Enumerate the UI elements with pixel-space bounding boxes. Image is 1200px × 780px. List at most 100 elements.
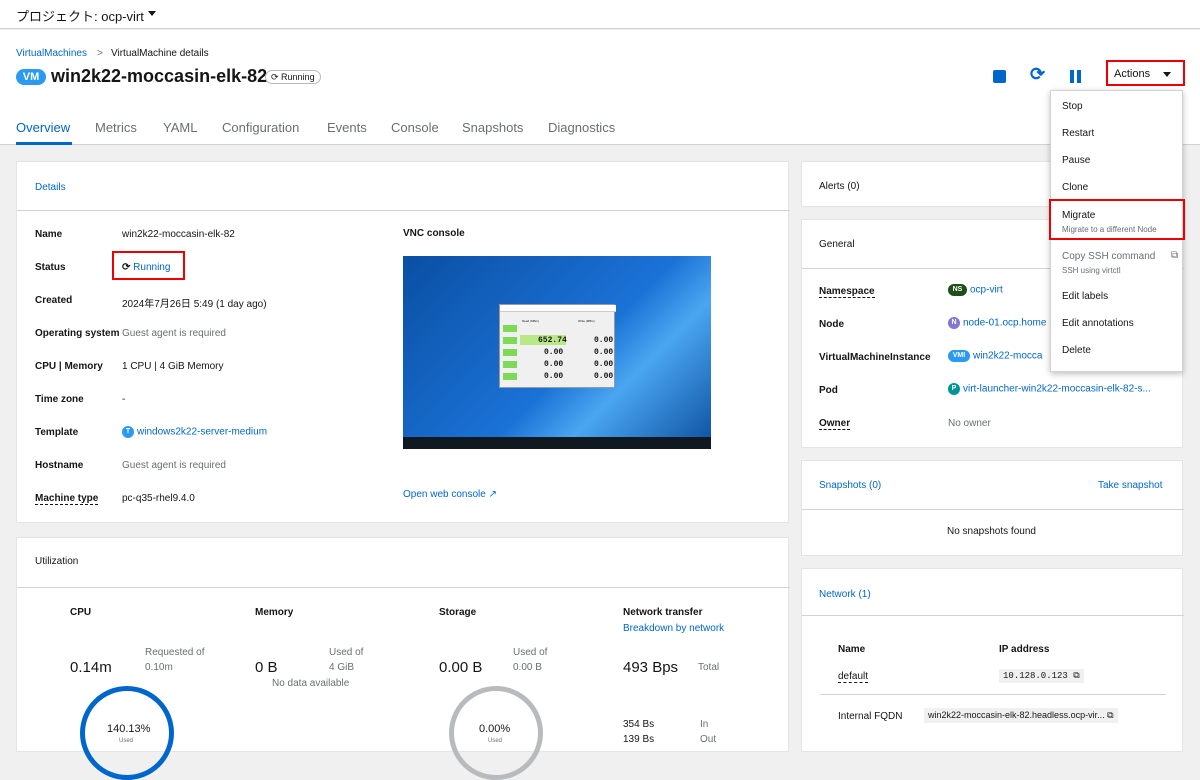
tab-snapshots[interactable]: Snapshots (462, 120, 523, 135)
menu-item-copy-ssh[interactable]: Copy SSH command (1062, 251, 1155, 262)
memory-value: 0 B (255, 659, 278, 676)
status-badge-label: Running (281, 72, 315, 82)
vnc-cell: 0.00 (594, 372, 614, 381)
network-total-value: 493 Bps (623, 659, 679, 676)
vmi-link[interactable]: VMI win2k22-mocca (948, 350, 1042, 362)
pod-link-text: virt-launcher-win2k22-moccasin-elk-82-s.… (963, 383, 1151, 395)
tab-overview[interactable]: Overview (16, 120, 70, 135)
storage-title: Storage (439, 607, 477, 618)
copy-icon[interactable]: ⧉ (1073, 671, 1079, 681)
open-web-console-text: Open web console (403, 489, 486, 500)
storage-used-value: 0.00 B (513, 662, 542, 673)
general-label-vmi: VirtualMachineInstance (819, 352, 931, 363)
menu-item-migrate-desc: Migrate to a different Node (1062, 225, 1157, 234)
storage-gauge-value: 0.00% (479, 723, 511, 735)
pause-icon[interactable] (1070, 70, 1074, 83)
network-row-name[interactable]: default (838, 671, 869, 683)
general-label-namespace[interactable]: Namespace (819, 286, 875, 298)
detail-value-hostname: Guest agent is required (122, 460, 226, 471)
memory-used-label: Used of (329, 647, 364, 658)
vnc-stop-button (503, 325, 517, 332)
tab-events[interactable]: Events (327, 120, 367, 135)
detail-label-machine-type[interactable]: Machine type (35, 493, 99, 505)
stop-icon[interactable] (993, 70, 1006, 83)
restart-icon[interactable]: ⟳ (1030, 64, 1045, 85)
vnc-header-read: Read (MB/s) (522, 319, 539, 323)
project-selector[interactable]: プロジェクト: ocp-virt (16, 6, 144, 25)
vmi-link-text: win2k22-mocca (973, 350, 1043, 362)
namespace-icon: NS (948, 284, 967, 296)
menu-item-stop[interactable]: Stop (1062, 101, 1083, 112)
open-web-console-link[interactable]: Open web console ↗ (403, 489, 497, 500)
details-title[interactable]: Details (35, 182, 66, 193)
node-link[interactable]: Nnode-01.ocp.home (948, 317, 1046, 329)
page-title: win2k22-moccasin-elk-82 (51, 66, 268, 86)
detail-label-name: Name (35, 229, 63, 240)
general-title: General (819, 239, 855, 250)
cpu-gauge-value: 140.13% (107, 723, 151, 735)
detail-value-status[interactable]: ⟳ Running (122, 262, 170, 273)
detail-label-created: Created (35, 295, 73, 306)
external-link-icon: ↗ (488, 489, 498, 500)
vm-badge: VM (16, 69, 46, 85)
vnc-cell: 0.00 (544, 360, 564, 369)
vnc-cell: 0.00 (594, 360, 614, 369)
menu-item-edit-annotations[interactable]: Edit annotations (1062, 318, 1134, 329)
vnc-console-title: VNC console (403, 228, 465, 239)
tab-metrics[interactable]: Metrics (95, 120, 137, 135)
vnc-header-write: Write (MB/s) (578, 319, 595, 323)
vnc-app-window: Read (MB/s) Write (MB/s) 652.74 0.00 0.0… (499, 304, 616, 388)
breakdown-by-network-link[interactable]: Breakdown by network (623, 623, 724, 634)
network-out-value: 139 Bs (623, 734, 655, 745)
template-link-text: windows2k22-server-medium (137, 426, 268, 438)
snapshots-card: Snapshots (0) Take snapshot No snapshots… (801, 460, 1184, 556)
project-bar: プロジェクト: ocp-virt (0, 0, 1200, 29)
menu-item-clone[interactable]: Clone (1062, 182, 1088, 193)
memory-no-data: No data available (272, 678, 350, 689)
alerts-title[interactable]: Alerts (0) (819, 181, 860, 192)
breadcrumb-virtualmachines[interactable]: VirtualMachines (16, 48, 87, 59)
tab-yaml[interactable]: YAML (163, 120, 197, 135)
menu-item-restart[interactable]: Restart (1062, 128, 1094, 139)
actions-button[interactable]: Actions (1106, 60, 1185, 86)
chevron-down-icon (1163, 72, 1171, 77)
tab-configuration[interactable]: Configuration (222, 120, 299, 135)
take-snapshot-button[interactable]: Take snapshot (1098, 480, 1163, 491)
utilization-title: Utilization (35, 556, 79, 567)
menu-item-delete[interactable]: Delete (1062, 345, 1091, 356)
breadcrumb-separator: > (97, 48, 103, 59)
detail-label-timezone: Time zone (35, 394, 84, 405)
copy-icon[interactable]: ⧉ (1107, 710, 1113, 720)
cpu-value: 0.14m (70, 659, 112, 676)
detail-value-timezone: - (122, 394, 126, 405)
actions-label: Actions (1114, 68, 1151, 80)
divider (802, 615, 1184, 616)
tab-diagnostics[interactable]: Diagnostics (548, 120, 615, 135)
namespace-link[interactable]: NS ocp-virt (948, 284, 1003, 296)
network-row-ip: 10.128.0.123 ⧉ (999, 669, 1084, 683)
pod-link[interactable]: Pvirt-launcher-win2k22-moccasin-elk-82-s… (948, 383, 1151, 395)
divider (820, 694, 1166, 695)
fqdn-text: win2k22-moccasin-elk-82.headless.ocp-vir… (928, 710, 1105, 720)
namespace-link-text: ocp-virt (970, 284, 1003, 296)
tab-console[interactable]: Console (391, 120, 439, 135)
vnc-cell: 0.00 (544, 372, 564, 381)
network-in-label: In (700, 719, 709, 730)
vnc-console-screen[interactable]: Read (MB/s) Write (MB/s) 652.74 0.00 0.0… (403, 256, 711, 449)
network-in-value: 354 Bs (623, 719, 655, 730)
detail-value-template[interactable]: Twindows2k22-server-medium (122, 426, 267, 438)
sync-icon: ⟳ (271, 72, 282, 82)
network-title[interactable]: Network (1) (819, 589, 871, 600)
vnc-cell: 0.00 (594, 348, 614, 357)
utilization-card: Utilization CPU 0.14m Requested of 0.10m… (16, 537, 790, 780)
chevron-down-icon[interactable] (148, 11, 156, 16)
vnc-row-button (503, 349, 517, 356)
copy-icon: ⧉ (1171, 250, 1179, 261)
menu-item-migrate[interactable]: Migrate (1062, 210, 1095, 221)
snapshots-title[interactable]: Snapshots (0) (819, 480, 881, 491)
general-label-owner[interactable]: Owner (819, 418, 851, 430)
template-icon: T (122, 426, 134, 438)
menu-item-edit-labels[interactable]: Edit labels (1062, 291, 1108, 302)
detail-value-cpu-memory: 1 CPU | 4 GiB Memory (122, 361, 224, 372)
menu-item-pause[interactable]: Pause (1062, 155, 1090, 166)
